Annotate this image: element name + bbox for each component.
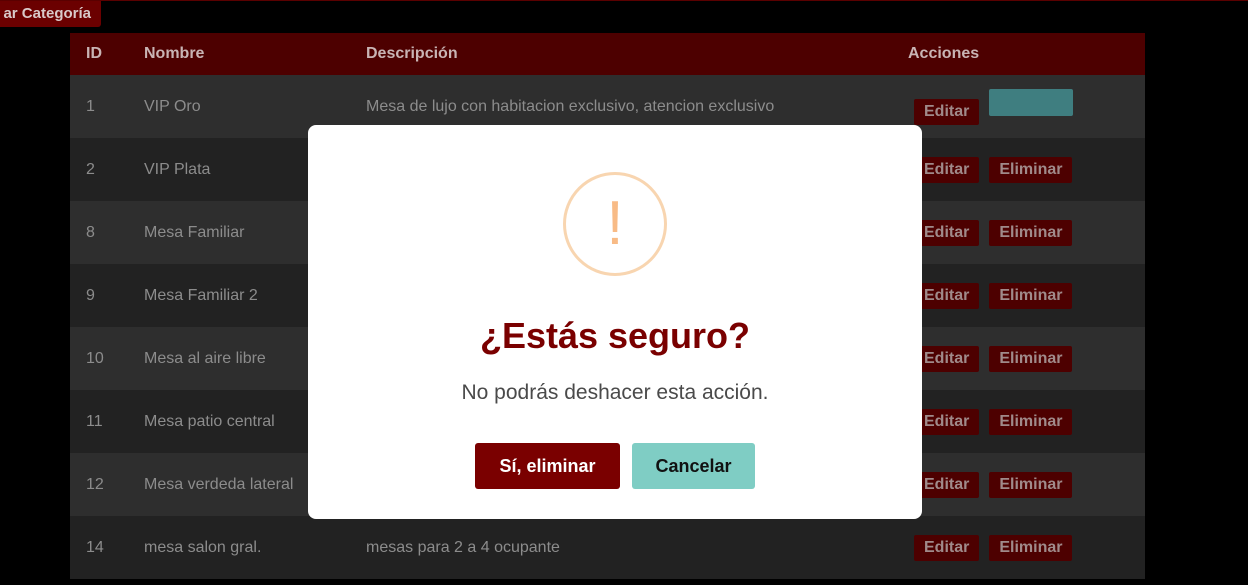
dialog-message: No podrás deshacer esta acción. [461, 381, 769, 404]
warning-icon: ! [563, 172, 667, 276]
dialog-title: ¿Estás seguro? [479, 315, 751, 356]
confirm-dialog: ! ¿Estás seguro? No podrás deshacer esta… [308, 125, 922, 519]
confirm-delete-button[interactable]: Sí, eliminar [475, 443, 620, 489]
cancel-button[interactable]: Cancelar [632, 443, 755, 489]
page: ar Categoría ID Nombre Descripción Accio… [0, 0, 1248, 585]
